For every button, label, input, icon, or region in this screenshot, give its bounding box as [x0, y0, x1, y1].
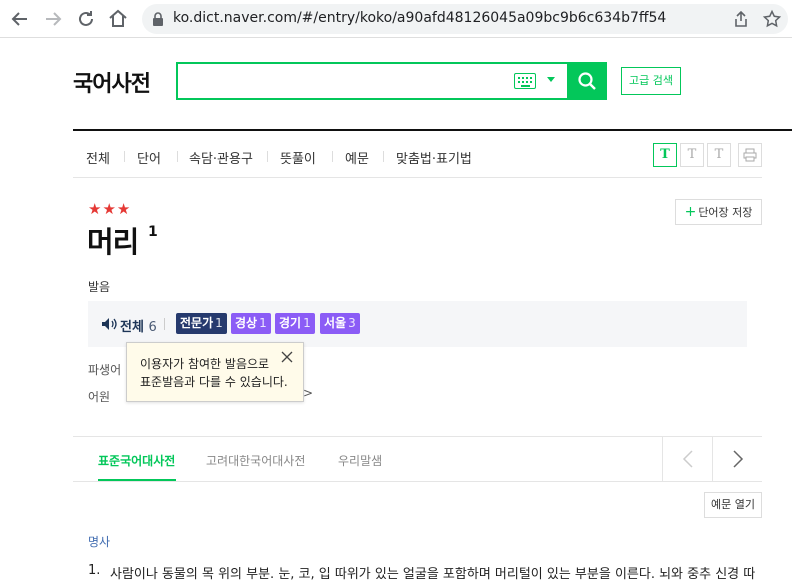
tooltip-line: 이용자가 참여한 발음으로 — [140, 357, 270, 371]
pron-tag-expert[interactable]: 전문가 1 — [176, 313, 227, 334]
address-url: ko.dict.naver.com/#/entry/koko/a90afd481… — [173, 10, 666, 26]
chevron-left-icon — [682, 450, 693, 468]
active-tab-indicator — [98, 479, 176, 481]
tab-divider — [267, 151, 268, 162]
open-examples-button[interactable]: 예문 열기 — [704, 492, 762, 518]
search-box — [176, 62, 607, 100]
tab-divider — [124, 151, 125, 162]
definition-text: 사람이나 동물의 목 위의 부분. 눈, 코, 입 따위가 있는 얼굴을 포함하… — [110, 567, 756, 582]
save-button-label: 단어장 저장 — [698, 206, 753, 219]
plus-icon: + — [684, 204, 697, 220]
pronunciation-divider — [164, 318, 165, 330]
url-path: /#/entry/koko/a90afd48126045a09bc9b6c634… — [296, 10, 667, 26]
etymology-label: 어원 — [88, 390, 111, 404]
search-button[interactable] — [567, 62, 607, 100]
header-divider — [73, 129, 792, 131]
save-to-wordbook-button[interactable]: + 단어장 저장 — [675, 199, 762, 225]
pronunciation-all-label: 전체 — [120, 320, 144, 335]
tabs-divider — [73, 177, 762, 178]
pron-tag-label: 전문가 — [180, 316, 214, 330]
pronunciation-all-count: 6 — [148, 320, 157, 335]
print-icon — [743, 148, 757, 162]
pron-tag-count: 1 — [215, 316, 223, 330]
pronunciation-label: 발음 — [88, 280, 111, 294]
site-title[interactable]: 국어사전 — [73, 66, 151, 98]
back-arrow-icon[interactable] — [8, 7, 32, 31]
importance-stars: ★★★ — [88, 200, 132, 218]
source-prev-button[interactable] — [662, 437, 712, 481]
pronunciation-tooltip: 이용자가 참여한 발음으로 표준발음과 다를 수 있습니다. — [126, 342, 304, 402]
print-button[interactable] — [738, 143, 762, 167]
advanced-search-button[interactable]: 고급 검색 — [621, 67, 681, 95]
entry-headword: 머리 — [87, 225, 139, 259]
pron-tag-gyeonggi[interactable]: 경기 1 — [275, 313, 315, 334]
source-tab-korea-univ[interactable]: 고려대한국어대사전 — [206, 452, 305, 469]
font-size-large-button[interactable]: T — [707, 143, 731, 167]
tab-word[interactable]: 단어 — [137, 148, 161, 167]
tab-all[interactable]: 전체 — [86, 148, 110, 167]
chevron-right-icon — [733, 450, 744, 468]
forward-arrow-icon[interactable] — [41, 7, 65, 31]
url-host: ko.dict.naver.com — [173, 10, 297, 26]
part-of-speech: 명사 — [88, 535, 111, 549]
pron-tag-count: 1 — [303, 316, 311, 330]
search-icon — [578, 72, 596, 90]
etymology-link[interactable]: > — [303, 386, 313, 400]
derivative-label: 파생어 — [88, 363, 122, 377]
font-size-small-button[interactable]: T — [653, 143, 677, 167]
close-icon[interactable] — [280, 349, 294, 363]
tab-example[interactable]: 예문 — [345, 148, 369, 167]
pron-tag-count: 1 — [259, 316, 267, 330]
speaker-icon[interactable] — [101, 316, 117, 330]
pronunciation-all[interactable]: 전체 6 — [120, 316, 157, 335]
star-icon[interactable] — [762, 9, 782, 29]
lock-icon[interactable] — [150, 11, 166, 27]
pron-tag-gyeongsang[interactable]: 경상 1 — [231, 313, 271, 334]
pron-tag-label: 경기 — [279, 316, 302, 330]
browser-toolbar: ko.dict.naver.com/#/entry/koko/a90afd481… — [0, 0, 792, 38]
pron-tag-label: 경상 — [235, 316, 258, 330]
home-icon[interactable] — [106, 7, 130, 31]
source-tab-urimalsaem[interactable]: 우리말샘 — [338, 452, 382, 469]
pron-tag-seoul[interactable]: 서울 3 — [320, 313, 360, 334]
reload-icon[interactable] — [74, 7, 98, 31]
tab-spelling[interactable]: 맞춤법·표기법 — [396, 148, 472, 167]
tooltip-line: 표준발음과 다를 수 있습니다. — [140, 375, 288, 389]
definition-number: 1. — [88, 563, 101, 578]
tab-divider — [177, 151, 178, 162]
homonym-number: 1 — [148, 224, 158, 240]
pron-tag-count: 3 — [348, 316, 356, 330]
font-size-medium-button[interactable]: T — [680, 143, 704, 167]
share-icon[interactable] — [731, 9, 751, 29]
keyboard-icon[interactable] — [514, 73, 536, 89]
tab-divider — [383, 151, 384, 162]
source-tabs — [73, 436, 762, 482]
search-input[interactable] — [182, 68, 502, 94]
tooltip-text: 이용자가 참여한 발음으로 표준발음과 다를 수 있습니다. — [140, 355, 288, 391]
tab-meaning[interactable]: 뜻풀이 — [280, 148, 316, 167]
chevron-down-icon[interactable] — [547, 77, 555, 82]
pron-tag-label: 서울 — [324, 316, 347, 330]
source-next-button[interactable] — [712, 437, 762, 481]
tab-idiom[interactable]: 속담·관용구 — [189, 148, 253, 167]
tab-divider — [332, 151, 333, 162]
source-tab-standard[interactable]: 표준국어대사전 — [98, 452, 175, 469]
